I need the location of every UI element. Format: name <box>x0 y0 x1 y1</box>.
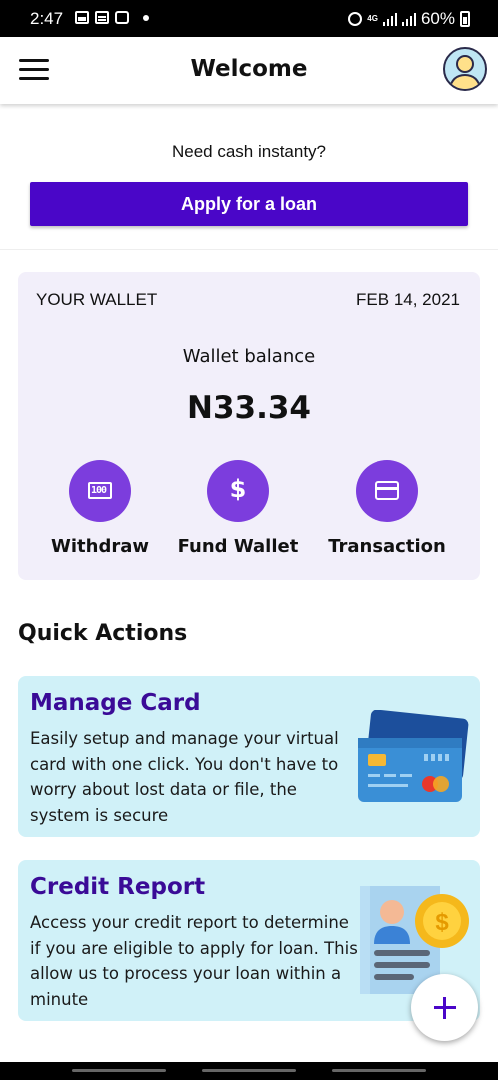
battery-percent: 60% <box>420 9 455 28</box>
signal-icon <box>382 12 397 26</box>
credit-report-item[interactable]: Credit Report Access your credit report … <box>18 860 480 1021</box>
fund-wallet-button[interactable]: $ <box>207 460 269 522</box>
loan-section: Need cash instanty? Apply for a loan <box>0 104 498 250</box>
fund-wallet-action[interactable]: $ Fund Wallet <box>174 460 302 557</box>
status-bar: 2:47 4G 60% <box>0 0 498 37</box>
manage-card-title: Manage Card <box>30 690 201 716</box>
dollar-icon: $ <box>229 475 247 503</box>
quick-actions-title: Quick Actions <box>18 621 188 646</box>
notification-icons <box>75 11 149 24</box>
network-icon: 4G <box>367 14 378 23</box>
alarm-icon <box>348 12 363 26</box>
nav-gesture-center[interactable] <box>202 1069 296 1072</box>
system-icons: 4G 60% <box>348 9 470 29</box>
withdraw-label: Withdraw <box>51 536 149 557</box>
credit-report-title: Credit Report <box>30 874 206 900</box>
credit-card-icon <box>375 481 399 500</box>
wallet-date: FEB 14, 2021 <box>356 290 460 309</box>
balance-label: Wallet balance <box>182 346 316 367</box>
page-title: Welcome <box>190 56 308 82</box>
more-notifications-dot <box>143 14 149 21</box>
credit-cards-illustration-icon <box>358 710 469 802</box>
system-nav-bar <box>0 1062 498 1080</box>
balance-value: N33.34 <box>187 390 311 426</box>
svg-text:$: $ <box>435 909 449 936</box>
apply-loan-button[interactable]: Apply for a loan <box>30 182 468 226</box>
gallery-icon <box>75 11 89 24</box>
signal-icon-2 <box>401 12 416 26</box>
document-icon <box>95 11 109 24</box>
wallet-card: YOUR WALLET FEB 14, 2021 Wallet balance … <box>18 272 480 580</box>
status-time: 2:47 <box>30 9 64 28</box>
withdraw-button[interactable] <box>69 460 131 522</box>
nav-gesture-right[interactable] <box>332 1069 426 1072</box>
loan-prompt: Need cash instanty? <box>171 142 327 161</box>
app-bar: Welcome <box>0 37 498 104</box>
add-fab-button[interactable] <box>411 974 478 1041</box>
battery-icon <box>460 11 470 27</box>
fund-wallet-label: Fund Wallet <box>177 536 299 557</box>
transaction-label: Transaction <box>328 536 446 557</box>
user-avatar-icon[interactable] <box>443 47 487 91</box>
withdraw-action[interactable]: Withdraw <box>48 460 152 557</box>
tv-icon <box>115 11 129 24</box>
wallet-label: YOUR WALLET <box>36 290 158 309</box>
credit-report-description: Access your credit report to determine i… <box>30 913 358 1009</box>
transaction-button[interactable] <box>356 460 418 522</box>
cash-icon <box>88 482 112 499</box>
transaction-action[interactable]: Transaction <box>324 460 450 557</box>
manage-card-item[interactable]: Manage Card Easily setup and manage your… <box>18 676 480 837</box>
nav-gesture-left[interactable] <box>72 1069 166 1072</box>
manage-card-description: Easily setup and manage your virtual car… <box>30 729 339 825</box>
